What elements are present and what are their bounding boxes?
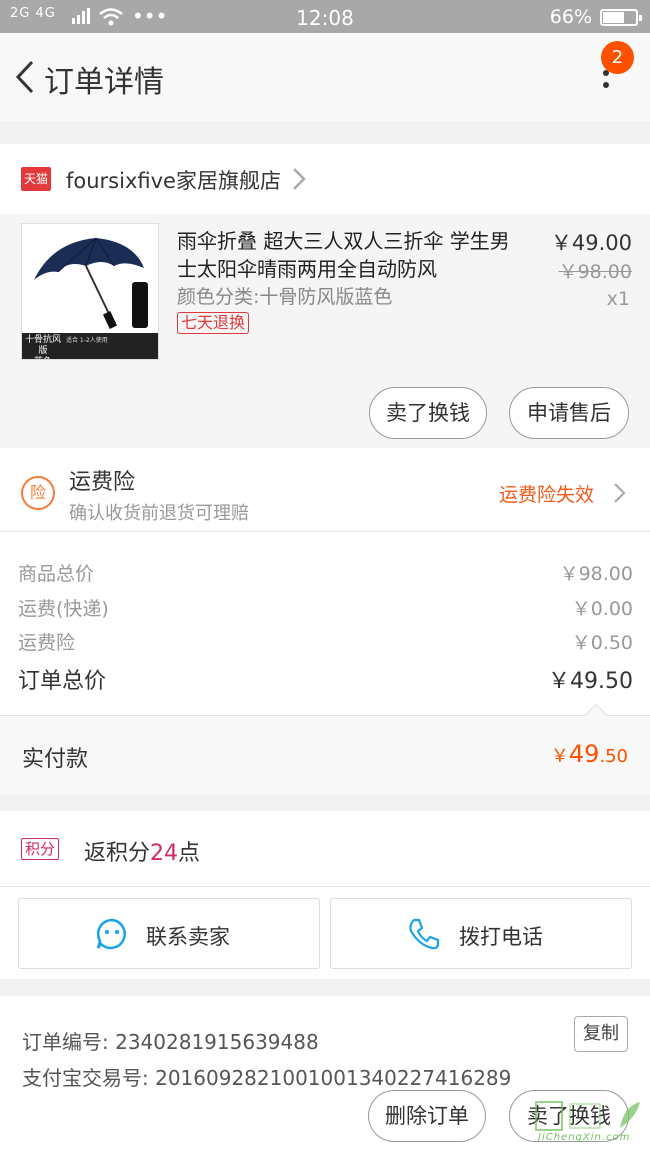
status-bar: 2G 4G ••• 12:08 66% <box>0 0 650 33</box>
contact-section: 联系卖家 拨打电话 <box>0 887 650 979</box>
freight-insurance[interactable]: 险 运费险 确认收货前退货可理赔 运费险失效 <box>0 448 650 532</box>
points-tag: 积分 <box>21 838 60 860</box>
order-total-label: 订单总价 <box>18 669 107 694</box>
contact-seller-button[interactable]: 联系卖家 <box>18 898 320 969</box>
copy-button[interactable]: 复制 <box>574 1016 628 1052</box>
subtotal-label: 商品总价 <box>18 563 95 585</box>
subtotal-value: ￥98.00 <box>559 563 633 585</box>
price-breakdown: 商品总价 ￥98.00 运费(快递) ￥0.00 运费险 ￥0.50 订单总价 … <box>0 532 650 715</box>
order-info: 订单编号: 2340281915639488 复制 支付宝交易号: 201609… <box>0 996 650 1155</box>
return-policy-tag: 七天退换 <box>177 312 250 334</box>
product-thumbnail[interactable]: 十骨抗风版蓝色 适合 1-2人使用 <box>21 223 159 360</box>
product-variant: 颜色分类:十骨防风版蓝色 <box>177 286 393 308</box>
thumbnail-caption: 十骨抗风版蓝色 适合 1-2人使用 <box>22 333 158 359</box>
points-text: 返积分24点 <box>84 841 201 866</box>
insurance-subtitle: 确认收货前退货可理赔 <box>69 503 249 524</box>
back-arrow-icon[interactable] <box>12 59 38 95</box>
insurance-fee-label: 运费险 <box>18 632 76 654</box>
alipay-transaction-number: 支付宝交易号: 2016092821001001340227416289 <box>22 1066 512 1090</box>
delete-order-button[interactable]: 删除订单 <box>368 1090 486 1142</box>
paid-value: ￥49.50 <box>550 740 628 768</box>
umbrella-image <box>22 224 158 336</box>
original-price: ￥98.00 <box>558 261 632 283</box>
product-title[interactable]: 雨伞折叠 超大三人双人三折伞 学生男士太阳伞晴雨两用全自动防风 <box>177 227 517 283</box>
after-sale-button[interactable]: 申请售后 <box>509 387 629 439</box>
product-quantity: x1 <box>606 288 630 310</box>
product-price: ￥49.00 <box>550 231 632 255</box>
paid-label: 实付款 <box>22 747 89 772</box>
order-total-value: ￥49.50 <box>548 669 633 694</box>
watermark: JiChengXin.com <box>532 1098 648 1144</box>
insurance-icon: 险 <box>21 476 55 510</box>
store-header[interactable]: 天猫 foursixfive家居旗舰店 <box>0 144 650 214</box>
battery-percent: 66% <box>549 6 592 28</box>
chat-icon <box>96 918 126 950</box>
notification-badge: 2 <box>601 41 634 74</box>
store-name: foursixfive家居旗舰店 <box>66 169 281 193</box>
shipping-value: ￥0.00 <box>571 598 633 620</box>
call-phone-button[interactable]: 拨打电话 <box>330 898 632 969</box>
more-menu-icon[interactable] <box>596 70 616 100</box>
sell-button[interactable]: 卖了换钱 <box>369 387 487 439</box>
watermark-logo-icon <box>535 1101 640 1131</box>
shipping-label: 运费(快递) <box>18 598 109 620</box>
chevron-right-icon <box>614 483 626 503</box>
battery-icon <box>600 9 642 26</box>
title-bar: 订单详情 <box>0 33 650 121</box>
tmall-logo: 天猫 <box>21 167 51 191</box>
product-card[interactable]: 十骨抗风版蓝色 适合 1-2人使用 雨伞折叠 超大三人双人三折伞 学生男士太阳伞… <box>0 214 650 448</box>
points-reward: 积分 返积分24点 <box>0 811 650 887</box>
order-number: 订单编号: 2340281915639488 <box>22 1030 319 1054</box>
phone-icon <box>409 918 440 950</box>
insurance-title: 运费险 <box>69 470 136 495</box>
page-title: 订单详情 <box>44 65 164 100</box>
chevron-right-icon <box>293 168 306 190</box>
insurance-status: 运费险失效 <box>499 484 595 506</box>
insurance-fee-value: ￥0.50 <box>571 632 633 654</box>
amount-paid: 实付款 ￥49.50 <box>0 703 650 795</box>
